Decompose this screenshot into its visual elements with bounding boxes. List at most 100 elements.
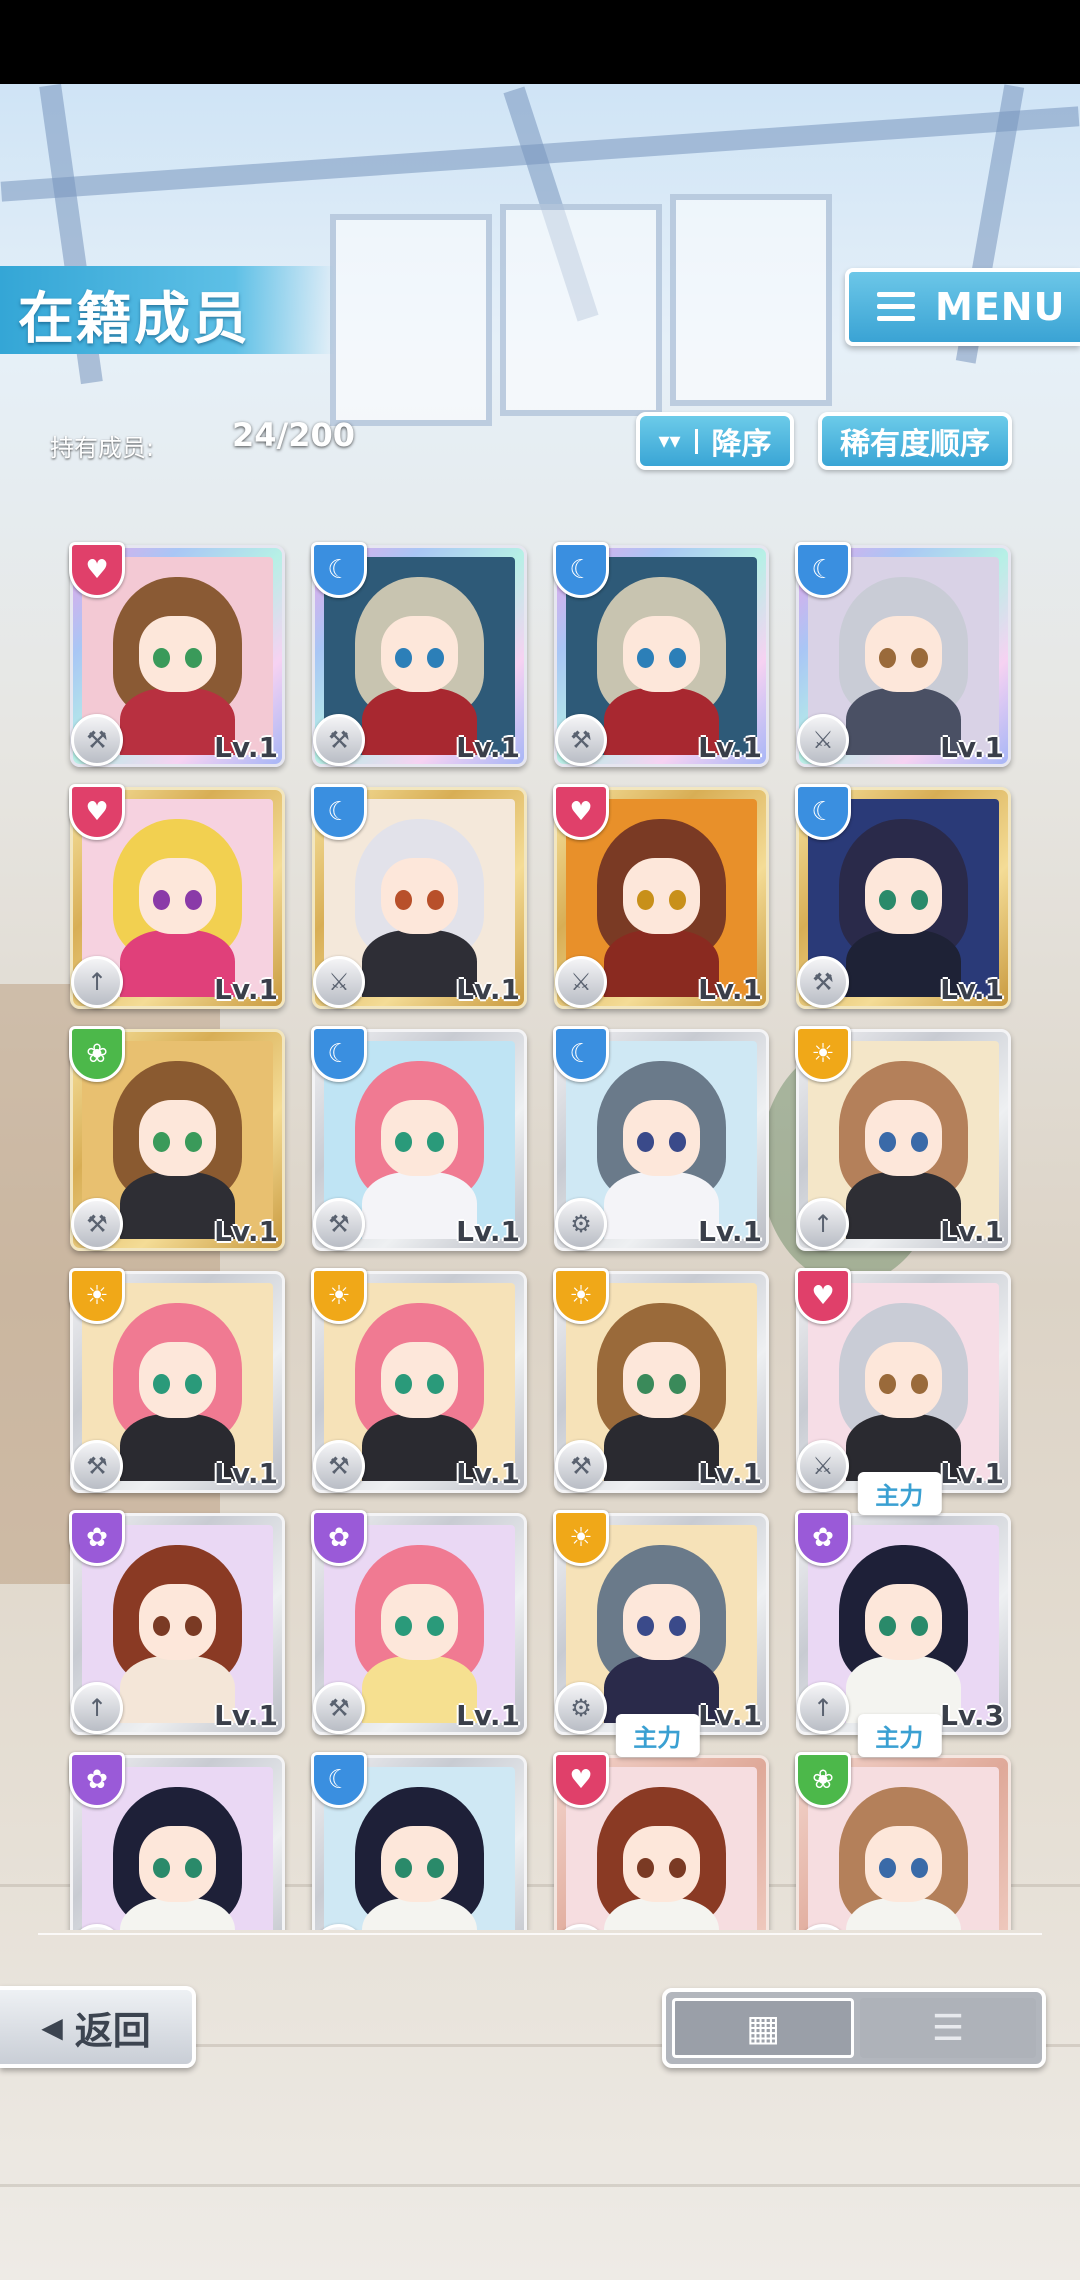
flower-icon: ✿ bbox=[69, 1510, 125, 1566]
back-button[interactable]: ◀ 返回 bbox=[0, 1986, 196, 2068]
member-level: Lv.1 bbox=[698, 1457, 762, 1490]
status-bar bbox=[0, 0, 1080, 84]
grid-view-button[interactable]: ▦ bbox=[672, 1998, 854, 2058]
member-level: Lv.1 bbox=[940, 1215, 1004, 1248]
member-card[interactable]: ☀ ↑ Lv.1 bbox=[795, 1026, 1011, 1251]
chevron-double-down-icon: ▾▾ bbox=[658, 428, 698, 454]
heart-icon: ♥ bbox=[69, 784, 125, 840]
member-level: Lv.1 bbox=[698, 1699, 762, 1732]
moon-icon: ☾ bbox=[553, 1026, 609, 1082]
window bbox=[670, 194, 832, 406]
member-card[interactable]: ✿⚒ bbox=[69, 1752, 285, 1930]
moon-icon: ☾ bbox=[795, 784, 851, 840]
member-level: Lv.1 bbox=[456, 1215, 520, 1248]
member-level: Lv.1 bbox=[698, 731, 762, 764]
spear-icon: ↑ bbox=[71, 956, 123, 1008]
heart-icon: ♥ bbox=[553, 784, 609, 840]
sun-icon: ☀ bbox=[553, 1268, 609, 1324]
flower-icon: ✿ bbox=[311, 1510, 367, 1566]
moon-icon: ☾ bbox=[795, 542, 851, 598]
wrench-icon: ⚒ bbox=[313, 714, 365, 766]
member-level: Lv.1 bbox=[214, 1699, 278, 1732]
member-level: Lv.1 bbox=[214, 1215, 278, 1248]
member-card[interactable]: ❀⚒主力 bbox=[795, 1714, 1011, 1930]
list-view-button[interactable]: ☰ bbox=[860, 1998, 1036, 2058]
member-card[interactable]: ☀ ⚒ Lv.1 bbox=[553, 1268, 769, 1493]
member-card[interactable]: ☀ ⚙ Lv.1 bbox=[553, 1510, 769, 1735]
hammer-icon: ⚒ bbox=[313, 1440, 365, 1492]
hammer-icon: ⚒ bbox=[313, 1198, 365, 1250]
sun-icon: ☀ bbox=[553, 1510, 609, 1566]
member-card[interactable]: ☾ ⚒ Lv.1 bbox=[795, 784, 1011, 1009]
wrench-icon: ⚒ bbox=[555, 714, 607, 766]
scythe-icon: ⚔ bbox=[797, 714, 849, 766]
member-card[interactable]: ☾ ⚔ Lv.1 bbox=[311, 784, 527, 1009]
member-count-label: 持有成员: bbox=[50, 434, 155, 462]
member-card[interactable]: ✿ ⚒ Lv.1 bbox=[311, 1510, 527, 1735]
member-card[interactable]: ☾ ⚒ Lv.1 bbox=[311, 1026, 527, 1251]
member-card[interactable]: ☾ ⚔ Lv.1 bbox=[795, 542, 1011, 767]
sun-icon: ☀ bbox=[795, 1026, 851, 1082]
member-level: Lv.1 bbox=[456, 1457, 520, 1490]
grid-icon: ▦ bbox=[745, 2007, 780, 2049]
member-card[interactable]: ♥⚒主力 bbox=[553, 1714, 769, 1930]
member-card[interactable]: ✿ ↑ Lv.1 bbox=[69, 1510, 285, 1735]
back-label: 返回 bbox=[74, 2008, 151, 2053]
flower-icon: ✿ bbox=[69, 1752, 125, 1808]
sun-icon: ☀ bbox=[311, 1268, 367, 1324]
main-force-tag: 主力 bbox=[857, 1714, 942, 1757]
page-title: 在籍成员 bbox=[18, 287, 250, 352]
moon-icon: ☾ bbox=[311, 1752, 367, 1808]
member-level: Lv.3 bbox=[940, 1699, 1004, 1732]
window bbox=[330, 214, 492, 426]
sort-order-button[interactable]: ▾▾ 降序 bbox=[636, 412, 794, 470]
member-count-value: 24/200 bbox=[232, 416, 356, 454]
heart-icon: ♥ bbox=[553, 1752, 609, 1808]
member-level: Lv.1 bbox=[456, 973, 520, 1006]
member-card[interactable]: ♥ ⚔ Lv.1 bbox=[795, 1268, 1011, 1493]
member-level: Lv.1 bbox=[214, 731, 278, 764]
window bbox=[500, 204, 662, 416]
member-card[interactable]: ☾ ⚒ Lv.1 bbox=[553, 542, 769, 767]
member-card[interactable]: ♥ ⚔ Lv.1 bbox=[553, 784, 769, 1009]
member-level: Lv.1 bbox=[940, 731, 1004, 764]
moon-icon: ☾ bbox=[311, 542, 367, 598]
main-force-tag: 主力 bbox=[615, 1714, 700, 1757]
wrench-icon: ⚒ bbox=[797, 956, 849, 1008]
sun-icon: ☀ bbox=[69, 1268, 125, 1324]
gear-icon: ⚙ bbox=[555, 1682, 607, 1734]
list-icon: ☰ bbox=[931, 2007, 965, 2049]
scythe-icon: ⚔ bbox=[555, 956, 607, 1008]
floor-line bbox=[0, 2184, 1080, 2187]
member-grid: ♥ ⚒ Lv.1 ☾ ⚒ Lv.1 ☾ ⚒ Lv.1 ☾ ⚔ Lv.1 ♥ ↑ Lv.1 ☾ ⚔ Lv.1 ♥ ⚔ Lv… bbox=[0, 535, 1080, 1930]
member-level: Lv.1 bbox=[456, 731, 520, 764]
member-level: Lv.1 bbox=[698, 973, 762, 1006]
hammer-icon: ⚒ bbox=[313, 1682, 365, 1734]
member-card[interactable]: ☀ ⚒ Lv.1 bbox=[311, 1268, 527, 1493]
moon-icon: ☾ bbox=[553, 542, 609, 598]
hammer-icon: ⚒ bbox=[71, 714, 123, 766]
member-card[interactable]: ☾⚒ bbox=[311, 1752, 527, 1930]
member-level: Lv.1 bbox=[456, 1699, 520, 1732]
hammer-icon: ⚒ bbox=[71, 1198, 123, 1250]
menu-label: MENU bbox=[935, 285, 1066, 329]
member-card[interactable]: ✿ ↑ Lv.3 主力 bbox=[795, 1472, 1011, 1735]
hammer-icon: ⚒ bbox=[555, 1440, 607, 1492]
member-card[interactable]: ♥ ⚒ Lv.1 bbox=[69, 542, 285, 767]
member-card[interactable]: ☾ ⚒ Lv.1 bbox=[311, 542, 527, 767]
member-level: Lv.1 bbox=[940, 973, 1004, 1006]
spear-icon: ↑ bbox=[797, 1198, 849, 1250]
leaf-icon: ❀ bbox=[795, 1752, 851, 1808]
member-card[interactable]: ☀ ⚒ Lv.1 bbox=[69, 1268, 285, 1493]
hammer-icon: ⚒ bbox=[71, 1440, 123, 1492]
sort-rarity-button[interactable]: 稀有度顺序 bbox=[818, 412, 1012, 470]
menu-button[interactable]: MENU bbox=[845, 268, 1080, 346]
sort-rarity-label: 稀有度顺序 bbox=[840, 427, 990, 462]
divider bbox=[38, 1933, 1042, 1935]
flower-icon: ✿ bbox=[795, 1510, 851, 1566]
moon-icon: ☾ bbox=[311, 784, 367, 840]
view-toggle: ▦ ☰ bbox=[662, 1988, 1046, 2068]
member-card[interactable]: ♥ ↑ Lv.1 bbox=[69, 784, 285, 1009]
member-card[interactable]: ☾ ⚙ Lv.1 bbox=[553, 1026, 769, 1251]
member-card[interactable]: ❀ ⚒ Lv.1 bbox=[69, 1026, 285, 1251]
